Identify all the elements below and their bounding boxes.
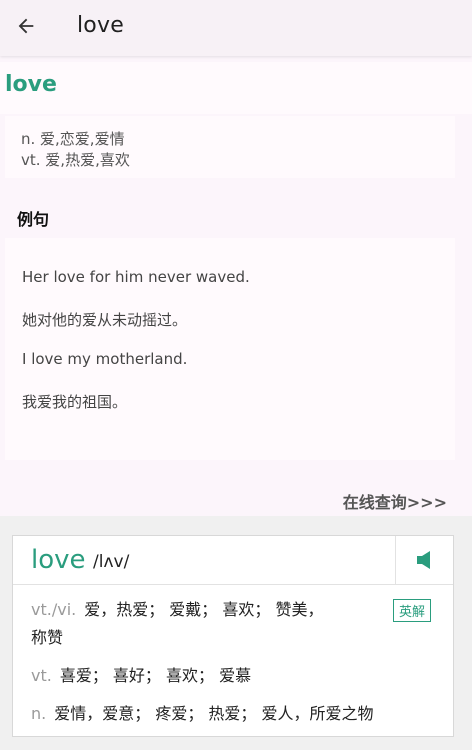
example-translation: 她对他的爱从未动摇过。 (22, 311, 188, 329)
definition-line: vt. 爱,热爱,喜欢 (21, 151, 130, 169)
page-title: love (77, 13, 124, 38)
sense-text: 爱情，爱意； 疼爱； 热爱； 爱人，所爱之物 (54, 704, 374, 723)
online-lookup-link[interactable]: 在线查询>>> (343, 489, 447, 513)
sense-line: vt./vi. 爱，热爱； 爱戴； 喜欢； 赞美， 称赞 (31, 596, 431, 652)
definition-line: n. 爱,恋爱,爱情 (21, 130, 125, 148)
examples-card: Her love for him never waved. 她对他的爱从未动摇过… (5, 238, 455, 460)
examples-heading: 例句 (17, 210, 50, 229)
pronounce-button[interactable] (395, 536, 454, 584)
definition-card: n. 爱,恋爱,爱情 vt. 爱,热爱,喜欢 (5, 116, 455, 178)
dictionary-popup: love /lʌv/ 英解 vt./vi. 爱，热爱； 爱戴； 喜欢； 赞美， 称… (12, 535, 454, 737)
sense-text-cont: 称赞 (31, 628, 64, 647)
example-translation: 我爱我的祖国。 (22, 393, 128, 411)
sense-line: vt. 喜爱； 喜好； 喜欢； 爱慕 (31, 662, 431, 690)
example-sentence: I love my motherland. (22, 350, 188, 368)
headword-card (0, 62, 472, 114)
arrow-left-icon (18, 18, 34, 34)
sense-text: 爱，热爱； 爱戴； 喜欢； 赞美， (84, 600, 324, 619)
example-sentence: Her love for him never waved. (22, 268, 250, 286)
sense-text: 喜爱； 喜好； 喜欢； 爱慕 (59, 666, 252, 685)
part-of-speech: vt. (31, 666, 52, 685)
part-of-speech: n. (31, 704, 47, 723)
back-button[interactable] (10, 10, 42, 42)
speaker-icon (417, 551, 430, 569)
phonetic: /lʌv/ (93, 552, 130, 572)
part-of-speech: vt./vi. (31, 600, 77, 619)
popup-word: love (31, 545, 86, 575)
sense-line: n. 爱情，爱意； 疼爱； 热爱； 爱人，所爱之物 (31, 700, 431, 728)
app-bar: love (0, 0, 472, 56)
popup-header: love /lʌv/ (13, 536, 453, 585)
headword: love (5, 72, 57, 97)
